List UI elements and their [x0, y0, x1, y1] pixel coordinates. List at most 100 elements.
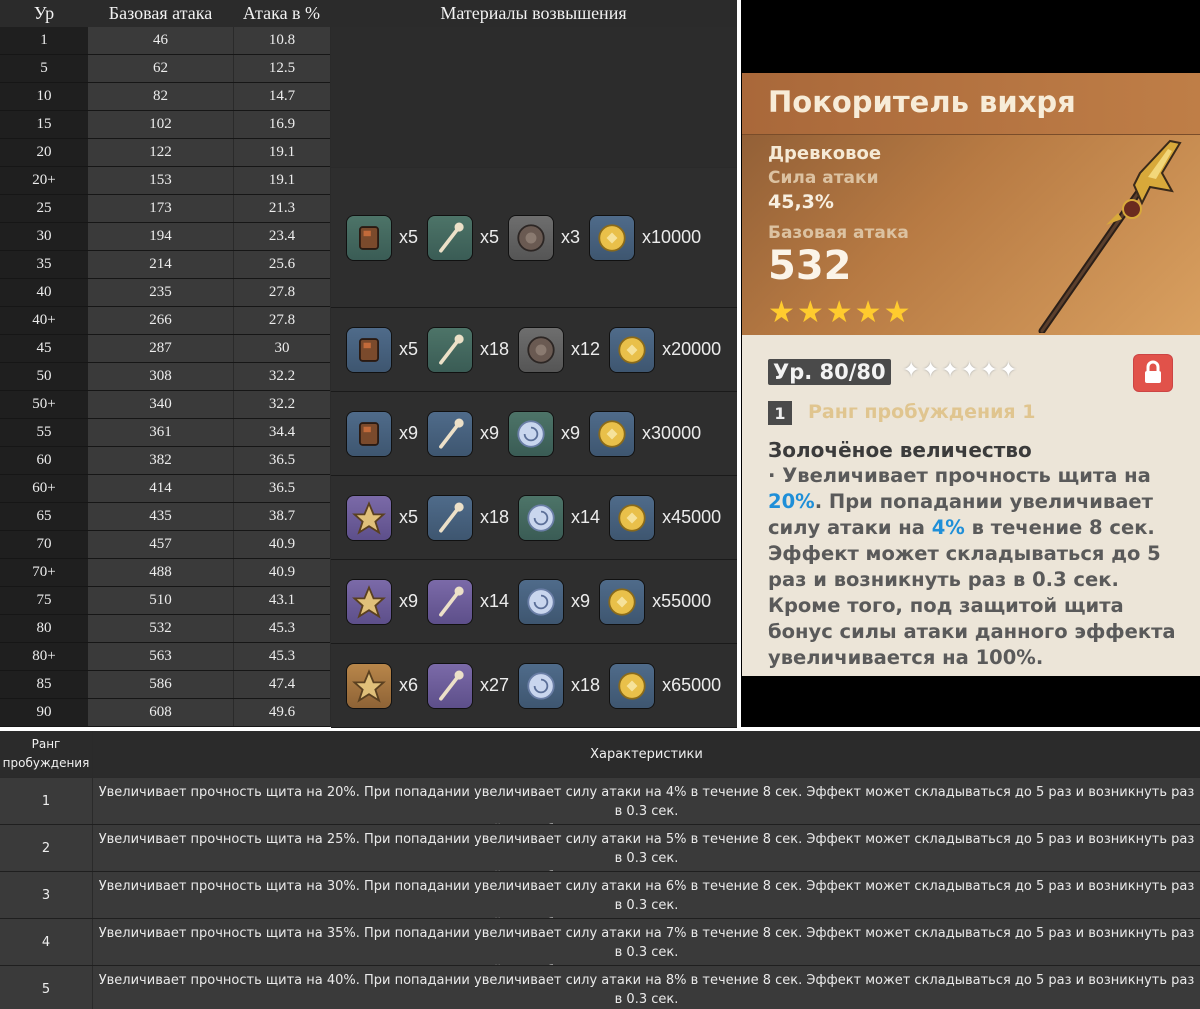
stats-row: 80+ 563 45.3 — [0, 643, 330, 671]
atk-percent-cell: 36.5 — [234, 447, 330, 474]
material-item[interactable]: x5 — [347, 327, 419, 372]
sub-stat-label: Сила атаки — [768, 168, 879, 188]
level-cell: 75 — [0, 587, 88, 614]
material-item[interactable]: x9 — [347, 579, 418, 624]
material-item[interactable]: x5 — [428, 215, 500, 260]
material-item[interactable]: x30000 — [590, 411, 701, 456]
material-quantity: x27 — [480, 675, 510, 695]
slime-core-icon — [519, 327, 564, 372]
level-cell: 45 — [0, 335, 88, 362]
bone-staff-icon — [428, 495, 473, 540]
material-quantity: x5 — [399, 227, 419, 247]
level-cell: 1 — [0, 27, 88, 54]
description-line: Увеличивает прочность щита на 35%. При п… — [98, 926, 1195, 960]
atk-percent-cell: 32.2 — [234, 363, 330, 390]
atk-percent-cell: 14.7 — [234, 83, 330, 110]
mora-coin-icon — [610, 495, 655, 540]
relic-chunk-icon — [347, 215, 391, 260]
atk-percent-cell: 40.9 — [234, 559, 330, 586]
material-quantity: x5 — [399, 339, 419, 359]
level-cell: 40+ — [0, 307, 88, 334]
material-quantity: x5 — [399, 507, 419, 527]
material-item[interactable]: x55000 — [600, 579, 711, 624]
base-atk-cell: 510 — [88, 587, 233, 614]
level-cell: 60 — [0, 447, 88, 474]
level-cell: 50 — [0, 363, 88, 390]
ascension-stars: ✦✦✦✦✦✦ — [902, 358, 1019, 383]
ascension-materials-cell: x5 x18 x12 x20000 — [331, 308, 737, 392]
material-item[interactable]: x9 — [428, 411, 499, 456]
material-item[interactable]: x45000 — [610, 495, 721, 540]
stats-row: 40 235 27.8 — [0, 279, 330, 307]
level-cell: 40 — [0, 279, 88, 306]
lock-icon[interactable] — [1134, 355, 1172, 391]
base-atk-cell: 235 — [88, 279, 233, 306]
level-cell: 50+ — [0, 391, 88, 418]
atk-percent-cell: 32.2 — [234, 391, 330, 418]
material-item[interactable]: x65000 — [610, 663, 721, 708]
material-item[interactable]: x12 — [519, 327, 600, 372]
slime-core-icon — [509, 215, 554, 260]
base-atk-value: 532 — [768, 243, 852, 289]
material-quantity: x18 — [571, 675, 601, 695]
material-item[interactable]: x20000 — [610, 327, 722, 372]
material-item[interactable]: x27 — [428, 663, 510, 708]
material-item[interactable]: x9 — [519, 579, 591, 624]
base-atk-cell: 457 — [88, 531, 233, 558]
material-quantity: x5 — [480, 227, 500, 247]
material-item[interactable]: x9 — [509, 411, 581, 456]
material-item[interactable]: x6 — [347, 663, 418, 708]
material-quantity: x9 — [561, 423, 581, 443]
sub-stat-value: 45,3% — [768, 191, 834, 213]
atk-percent-cell: 38.7 — [234, 503, 330, 530]
refinement-rank-cell: 5 — [0, 966, 92, 1009]
material-quantity: x9 — [571, 591, 591, 611]
material-item[interactable]: x18 — [428, 327, 509, 372]
spiral-core-icon — [519, 663, 564, 708]
material-item[interactable]: x14 — [428, 579, 510, 624]
weapon-name: Покоритель вихря — [768, 85, 1076, 119]
relic-chunk-icon — [347, 327, 391, 372]
stats-row: 60 382 36.5 — [0, 447, 330, 475]
stats-row: 55 361 34.4 — [0, 419, 330, 447]
base-atk-cell: 214 — [88, 251, 233, 278]
header-characteristics: Характеристики — [93, 731, 1200, 777]
material-item[interactable]: x18 — [428, 495, 509, 540]
material-item[interactable]: x9 — [347, 411, 419, 456]
stats-row: 70+ 488 40.9 — [0, 559, 330, 587]
atk-percent-cell: 40.9 — [234, 531, 330, 558]
base-atk-cell: 361 — [88, 419, 233, 446]
stats-row: 30 194 23.4 — [0, 223, 330, 251]
material-quantity: x20000 — [662, 339, 722, 359]
material-quantity: x14 — [480, 591, 510, 611]
mora-coin-icon — [610, 663, 655, 708]
base-atk-cell: 532 — [88, 615, 233, 642]
atk-percent-cell: 23.4 — [234, 223, 330, 250]
material-item[interactable]: x3 — [509, 215, 580, 260]
refinement-description-cell: Увеличивает прочность щита на 35%. При п… — [93, 919, 1200, 979]
base-atk-cell: 122 — [88, 139, 233, 166]
material-item[interactable]: x10000 — [590, 215, 701, 260]
atk-percent-cell: 27.8 — [234, 279, 330, 306]
level-cell: 60+ — [0, 475, 88, 502]
refinement-row: 3 Увеличивает прочность щита на 30%. При … — [0, 872, 1200, 932]
base-atk-cell: 287 — [88, 335, 233, 362]
level-cell: 30 — [0, 223, 88, 250]
ascension-materials-cell: x5 x5 x3 x10000 — [331, 168, 737, 308]
material-item[interactable]: x18 — [519, 663, 601, 708]
level-cell: 90 — [0, 699, 88, 726]
level-cell: 25 — [0, 195, 88, 222]
mora-coin-icon — [610, 327, 655, 372]
mora-coin-icon — [600, 579, 645, 624]
material-item[interactable]: x5 — [347, 215, 419, 260]
level-cell: 65 — [0, 503, 88, 530]
material-item[interactable]: x5 — [347, 495, 419, 540]
level-cell: 80+ — [0, 643, 88, 670]
material-item[interactable]: x14 — [519, 495, 601, 540]
base-atk-cell: 153 — [88, 167, 233, 194]
spiral-core-icon — [509, 411, 554, 456]
stats-row: 25 173 21.3 — [0, 195, 330, 223]
material-quantity: x9 — [399, 423, 419, 443]
stats-row: 50 308 32.2 — [0, 363, 330, 391]
material-quantity: x14 — [571, 507, 601, 527]
